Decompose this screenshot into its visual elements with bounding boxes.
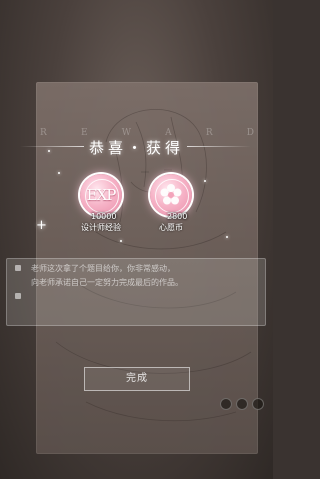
dialog-line: 老师这次拿了个题目给你，你非常感动，: [31, 264, 175, 273]
title-divider-right: [187, 146, 251, 147]
auto-play-button[interactable]: [220, 398, 232, 410]
corner-controls: [220, 398, 264, 410]
reward-screen: R E W A R D 恭喜・获得 EXP 10000 设计师经验 2800 心…: [0, 0, 273, 479]
sparkle-dot: [120, 240, 122, 242]
reward-label: 设计师经验: [81, 223, 121, 232]
exp-coin-icon: EXP: [80, 174, 122, 216]
flower-coin-icon: [150, 174, 192, 216]
log-button[interactable]: [252, 398, 264, 410]
dialog-marker-icon: [15, 293, 21, 299]
sparkle-dot: [48, 150, 50, 152]
sparkle-dot: [204, 180, 206, 182]
reward-label: 心愿币: [159, 223, 183, 232]
reward-title-band: 恭喜・获得: [0, 131, 273, 161]
story-dialog-box: 老师这次拿了个题目给你，你非常感动， 向老师承诺自己一定努力完成最后的作品。: [6, 258, 266, 326]
skip-button[interactable]: [236, 398, 248, 410]
reward-title: 恭喜・获得: [88, 139, 184, 157]
reward-item-wish-coin[interactable]: 2800 心愿币: [141, 174, 201, 233]
sparkle-dot: [58, 172, 60, 174]
reward-amount: 10000: [91, 212, 117, 221]
done-button[interactable]: 完成: [84, 367, 190, 391]
reward-item-exp[interactable]: EXP 10000 设计师经验: [71, 174, 131, 233]
sparkle-dot: [226, 236, 228, 238]
dialog-line: 向老师承诺自己一定努力完成最后的作品。: [31, 278, 183, 287]
reward-amount: 2800: [167, 212, 188, 221]
flower-icon: [160, 184, 182, 205]
exp-icon-text: EXP: [86, 186, 117, 204]
sparkle-plus-icon: +: [36, 218, 47, 233]
dialog-marker-icon: [15, 265, 21, 271]
